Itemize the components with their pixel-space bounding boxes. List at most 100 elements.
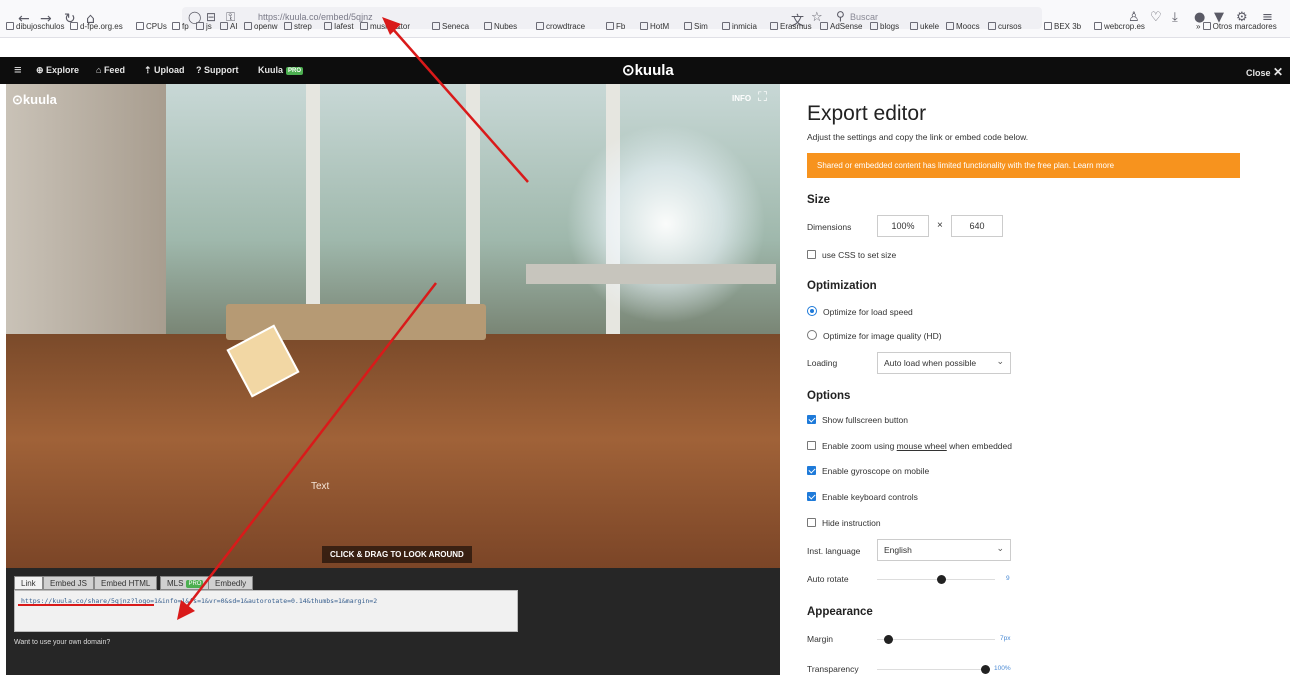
bookmark-item[interactable]: Sim	[684, 22, 708, 31]
close-button[interactable]: Close ✕	[1246, 65, 1283, 79]
inst-language-select[interactable]: English ⌄	[877, 539, 1011, 561]
transparency-label: Transparency	[807, 664, 859, 674]
gyroscope-option[interactable]: Enable gyroscope on mobile	[807, 466, 929, 476]
bookmark-item[interactable]: fp	[172, 22, 189, 31]
table	[526, 264, 776, 284]
height-input[interactable]: 640	[951, 215, 1003, 237]
css-size-option[interactable]: use CSS to set size	[807, 250, 896, 260]
panorama-viewer[interactable]: ⊙kuula INFO ⛶ Text CLICK & DRAG TO LOOK …	[6, 84, 780, 568]
dimensions-label: Dimensions	[807, 222, 852, 232]
pro-badge: PRO	[286, 67, 304, 75]
info-button[interactable]: INFO	[732, 94, 751, 103]
bookmark-item[interactable]: crowdtrace	[536, 22, 585, 31]
fullscreen-checkbox	[807, 415, 816, 424]
margin-value: 7px	[1000, 635, 1011, 642]
annotation-underline	[18, 604, 154, 606]
bookmark-item[interactable]: cursos	[988, 22, 1022, 31]
bookmark-item[interactable]: Seneca	[432, 22, 469, 31]
auto-rotate-thumb[interactable]	[937, 575, 947, 584]
drag-hint: CLICK & DRAG TO LOOK AROUND	[322, 546, 472, 563]
zoom-checkbox	[807, 441, 816, 450]
bookmark-item[interactable]: inmicia	[722, 22, 757, 31]
optimization-heading: Optimization	[807, 280, 877, 292]
loading-select[interactable]: Auto load when possible ⌄	[877, 352, 1011, 374]
bookmark-item[interactable]: Moocs	[946, 22, 980, 31]
bookmark-item[interactable]: HotM	[640, 22, 669, 31]
bookmark-item[interactable]: Erasmus	[770, 22, 812, 31]
fullscreen-icon[interactable]: ⛶	[758, 90, 767, 105]
tab-mls[interactable]: MLS PRO	[160, 576, 211, 590]
margin-thumb[interactable]	[884, 635, 894, 644]
width-input[interactable]: 100%	[877, 215, 929, 237]
image-quality-radio	[807, 330, 817, 340]
code-panel: Link Embed JS Embed HTML MLS PRO Embedly …	[6, 568, 780, 675]
bookmark-item[interactable]: webcrop.es	[1094, 22, 1145, 31]
bookmark-item[interactable]: blogs	[870, 22, 899, 31]
size-heading: Size	[807, 194, 831, 206]
bookmark-item[interactable]: Iafest	[324, 22, 354, 31]
bookmark-item[interactable]: js	[196, 22, 212, 31]
loading-label: Loading	[807, 358, 838, 368]
kuula-logo[interactable]: ⊙kuula	[622, 61, 674, 79]
bookmark-item[interactable]: ukele	[910, 22, 939, 31]
bookmark-item[interactable]: Fb	[606, 22, 625, 31]
viewer-logo[interactable]: ⊙kuula	[12, 92, 57, 108]
tab-embed-js[interactable]: Embed JS	[43, 576, 94, 590]
explore-link[interactable]: ⊕ Explore	[36, 65, 79, 76]
tab-link[interactable]: Link	[14, 576, 43, 590]
hamburger-menu-icon[interactable]: ≡	[14, 62, 22, 77]
feed-link[interactable]: ⌂ Feed	[96, 65, 125, 75]
upload-link[interactable]: ⇡ Upload	[144, 65, 185, 76]
keyboard-checkbox	[807, 492, 816, 501]
export-editor: Export editor Adjust the settings and co…	[780, 84, 1290, 675]
bookmark-item[interactable]: musica&tor	[360, 22, 410, 31]
bookmark-item[interactable]: CPUs	[136, 22, 167, 31]
bookmark-item[interactable]: d-fpe.org.es	[70, 22, 123, 31]
css-size-checkbox	[807, 250, 816, 259]
kuula-pro-link[interactable]: Kuula PRO	[258, 65, 304, 75]
kuula-header: ≡ ⊕ Explore ⌂ Feed ⇡ Upload ? Support Ku…	[0, 57, 1290, 84]
keyboard-option[interactable]: Enable keyboard controls	[807, 492, 918, 502]
support-link[interactable]: ? Support	[196, 65, 239, 75]
tab-embed-html[interactable]: Embed HTML	[94, 576, 158, 590]
load-speed-radio	[807, 306, 817, 316]
gyroscope-checkbox	[807, 466, 816, 475]
close-icon: ✕	[1273, 65, 1284, 79]
transparency-thumb[interactable]	[980, 665, 990, 674]
options-heading: Options	[807, 390, 851, 402]
hide-instruction-checkbox	[807, 518, 816, 527]
fullscreen-option[interactable]: Show fullscreen button	[807, 415, 908, 425]
code-textarea[interactable]: https://kuula.co/share/5qjnz?logo=1&info…	[14, 590, 518, 632]
transparency-slider[interactable]	[877, 669, 985, 670]
plan-banner[interactable]: Shared or embedded content has limited f…	[807, 153, 1240, 178]
bookmarks-bar: dibujoschulos d-fpe.org.es CPUs fp js AI…	[0, 20, 1290, 37]
editor-title: Export editor	[807, 102, 927, 125]
transparency-value: 100%	[994, 665, 1011, 672]
appearance-heading: Appearance	[807, 606, 873, 618]
load-speed-option[interactable]: Optimize for load speed	[807, 306, 913, 317]
hotspot-text[interactable]: Text	[311, 481, 329, 492]
chevron-down-icon: ⌄	[996, 544, 1004, 554]
bookmark-item[interactable]: openw	[244, 22, 278, 31]
floor	[6, 334, 780, 568]
light-glare	[566, 124, 766, 324]
bookmark-item[interactable]: BEX 3b	[1044, 22, 1081, 31]
bookmark-item[interactable]: dibujoschulos	[6, 22, 64, 31]
margin-slider[interactable]	[877, 639, 995, 640]
image-quality-option[interactable]: Optimize for image quality (HD)	[807, 330, 942, 341]
other-bookmarks[interactable]: » Otros marcadores	[1196, 22, 1277, 31]
tab-embedly[interactable]: Embedly	[208, 576, 254, 590]
own-domain-link[interactable]: Want to use your own domain?	[14, 639, 110, 646]
hide-instruction-option[interactable]: Hide instruction	[807, 518, 881, 528]
margin-label: Margin	[807, 634, 833, 644]
bookmark-item[interactable]: AI	[220, 22, 238, 31]
chevron-down-icon: ⌄	[996, 357, 1004, 367]
inst-language-label: Inst. language	[807, 546, 861, 556]
times-sign: ×	[937, 220, 943, 231]
auto-rotate-slider[interactable]	[877, 579, 995, 580]
bookmark-item[interactable]: strep	[284, 22, 312, 31]
bookmark-item[interactable]: Nubes	[484, 22, 517, 31]
bookmark-item[interactable]: AdSense	[820, 22, 862, 31]
auto-rotate-label: Auto rotate	[807, 574, 849, 584]
zoom-option[interactable]: Enable zoom using mouse wheel when embed…	[807, 441, 1012, 451]
